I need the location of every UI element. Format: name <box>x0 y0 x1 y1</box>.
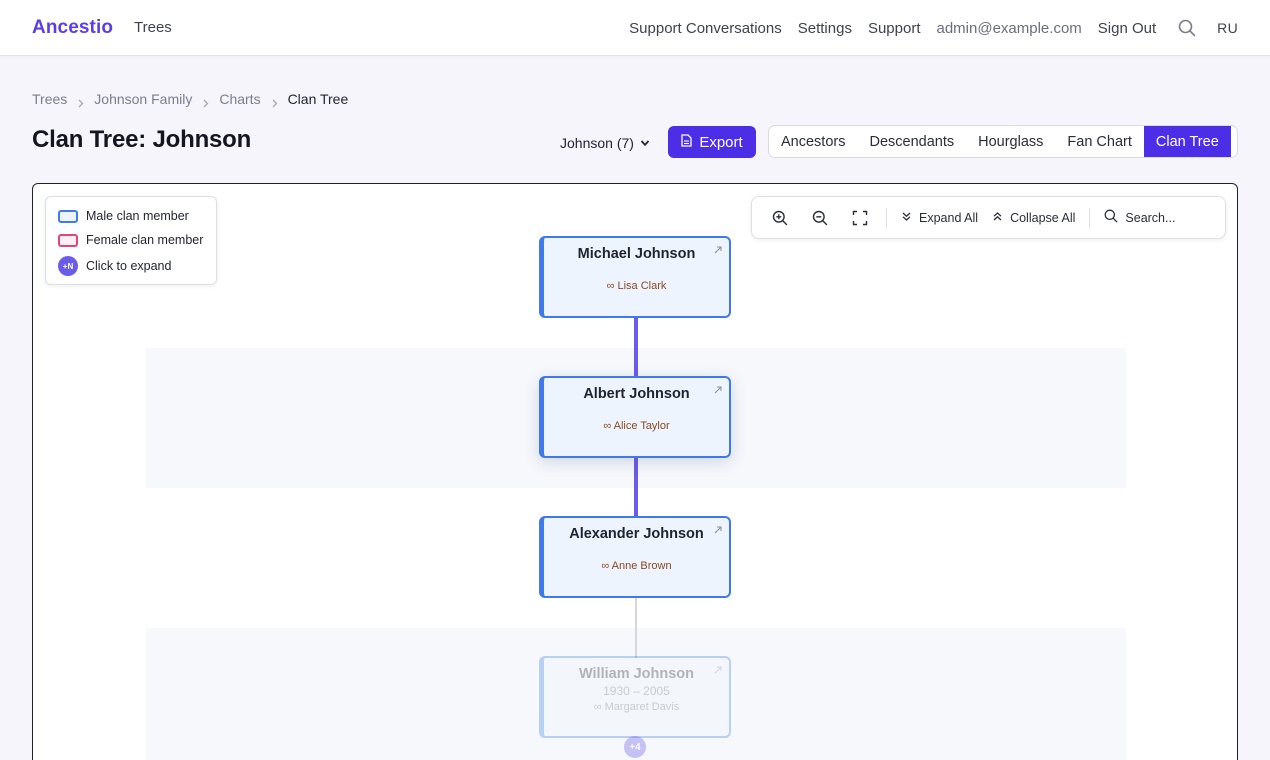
legend-expand-label: Click to expand <box>86 259 172 273</box>
legend: Male clan member Female clan member +N C… <box>45 196 217 285</box>
clan-tree-canvas[interactable]: Michael Johnson ∞ Lisa Clark Albert John… <box>32 183 1238 760</box>
spouse-name: ∞ Alice Taylor <box>603 420 670 432</box>
tab-hourglass[interactable]: Hourglass <box>966 126 1055 157</box>
person-card[interactable]: Alexander Johnson ∞ Anne Brown <box>539 516 731 598</box>
breadcrumb: Trees Johnson Family Charts Clan Tree <box>32 90 348 108</box>
export-label: Export <box>699 133 743 151</box>
person-card[interactable]: William Johnson 1930 – 2005 ∞ Margaret D… <box>539 656 731 738</box>
person-name: William Johnson <box>578 666 695 682</box>
expand-children-badge[interactable]: +4 <box>624 736 646 758</box>
expand-all-label: Expand All <box>919 210 979 225</box>
user-email[interactable]: admin@example.com <box>937 20 1082 37</box>
chevron-right-icon <box>270 95 279 107</box>
collapse-all-label: Collapse All <box>1010 210 1076 225</box>
tree-search-button[interactable]: Search... <box>1104 209 1175 226</box>
person-card[interactable]: Michael Johnson ∞ Lisa Clark <box>539 236 731 318</box>
person-name: Albert Johnson <box>583 386 690 402</box>
open-external-icon[interactable] <box>713 382 723 394</box>
clan-select-value: Johnson (7) <box>560 135 634 151</box>
language-switch[interactable]: RU <box>1217 20 1238 36</box>
legend-row-male: Male clan member <box>58 209 189 223</box>
person-dates: 1930 – 2005 <box>603 684 670 698</box>
tree-search-label: Search... <box>1125 210 1176 225</box>
spouse-name: ∞ Anne Brown <box>601 560 672 572</box>
nav-trees-link[interactable]: Trees <box>134 19 172 36</box>
tab-clan-tree[interactable]: Clan Tree <box>1143 126 1231 157</box>
person-card[interactable]: Albert Johnson ∞ Alice Taylor <box>539 376 731 458</box>
top-navbar: Ancestio Trees Support Conversations Set… <box>0 0 1270 56</box>
spouse-name: ∞ Margaret Davis <box>593 701 680 713</box>
zoom-in-icon[interactable] <box>766 204 794 232</box>
settings-link[interactable]: Settings <box>798 20 852 37</box>
tab-descendants[interactable]: Descendants <box>857 126 966 157</box>
chevron-right-icon <box>76 95 85 107</box>
person-name: Michael Johnson <box>577 246 696 262</box>
open-external-icon[interactable] <box>713 522 723 534</box>
legend-row-expand: +N Click to expand <box>58 256 171 276</box>
open-external-icon[interactable] <box>713 662 723 674</box>
sign-out-link[interactable]: Sign Out <box>1098 20 1156 37</box>
tree-connector <box>634 457 638 518</box>
breadcrumb-item-charts[interactable]: Charts <box>219 91 260 107</box>
legend-female-label: Female clan member <box>86 233 204 247</box>
clan-select[interactable]: Johnson (7) <box>560 133 650 153</box>
open-external-icon[interactable] <box>713 242 723 254</box>
person-name: Alexander Johnson <box>569 526 704 542</box>
search-icon <box>1104 209 1118 226</box>
zoom-out-icon[interactable] <box>806 204 834 232</box>
spouse-name: ∞ Lisa Clark <box>606 280 667 292</box>
legend-male-label: Male clan member <box>86 209 189 223</box>
page-title: Clan Tree: Johnson <box>32 126 252 153</box>
support-conversations-link[interactable]: Support Conversations <box>629 20 782 37</box>
tab-fan-chart[interactable]: Fan Chart <box>1055 126 1143 157</box>
tree-connector <box>635 597 637 658</box>
search-icon[interactable] <box>1178 19 1196 37</box>
collapse-all-button[interactable]: Collapse All <box>992 211 1075 225</box>
male-swatch <box>58 209 78 223</box>
breadcrumb-item-trees[interactable]: Trees <box>32 91 67 107</box>
female-swatch <box>58 233 78 247</box>
expand-all-button[interactable]: Expand All <box>901 211 978 225</box>
tab-ancestors[interactable]: Ancestors <box>769 126 857 157</box>
breadcrumb-current: Clan Tree <box>287 91 349 107</box>
fit-screen-icon[interactable] <box>846 204 874 232</box>
view-tabs: Ancestors Descendants Hourglass Fan Char… <box>768 125 1238 158</box>
export-button[interactable]: Export <box>668 126 756 158</box>
toolbar-divider <box>1089 207 1091 228</box>
brand-logo[interactable]: Ancestio <box>32 17 113 39</box>
toolbar-divider <box>886 207 887 228</box>
chevrons-down-icon <box>901 211 912 225</box>
chevron-down-icon <box>640 135 650 151</box>
chevron-right-icon <box>201 95 210 107</box>
chevrons-up-icon <box>992 211 1003 225</box>
expand-badge-sample: +N <box>58 256 78 276</box>
file-icon <box>681 133 692 151</box>
right-nav: Support Conversations Settings Support a… <box>613 0 1238 56</box>
chart-toolbar: Expand All Collapse All Search... <box>751 196 1226 239</box>
support-link[interactable]: Support <box>868 20 921 37</box>
tree-connector <box>634 317 638 378</box>
legend-row-female: Female clan member <box>58 233 203 247</box>
breadcrumb-item-family[interactable]: Johnson Family <box>94 91 192 107</box>
